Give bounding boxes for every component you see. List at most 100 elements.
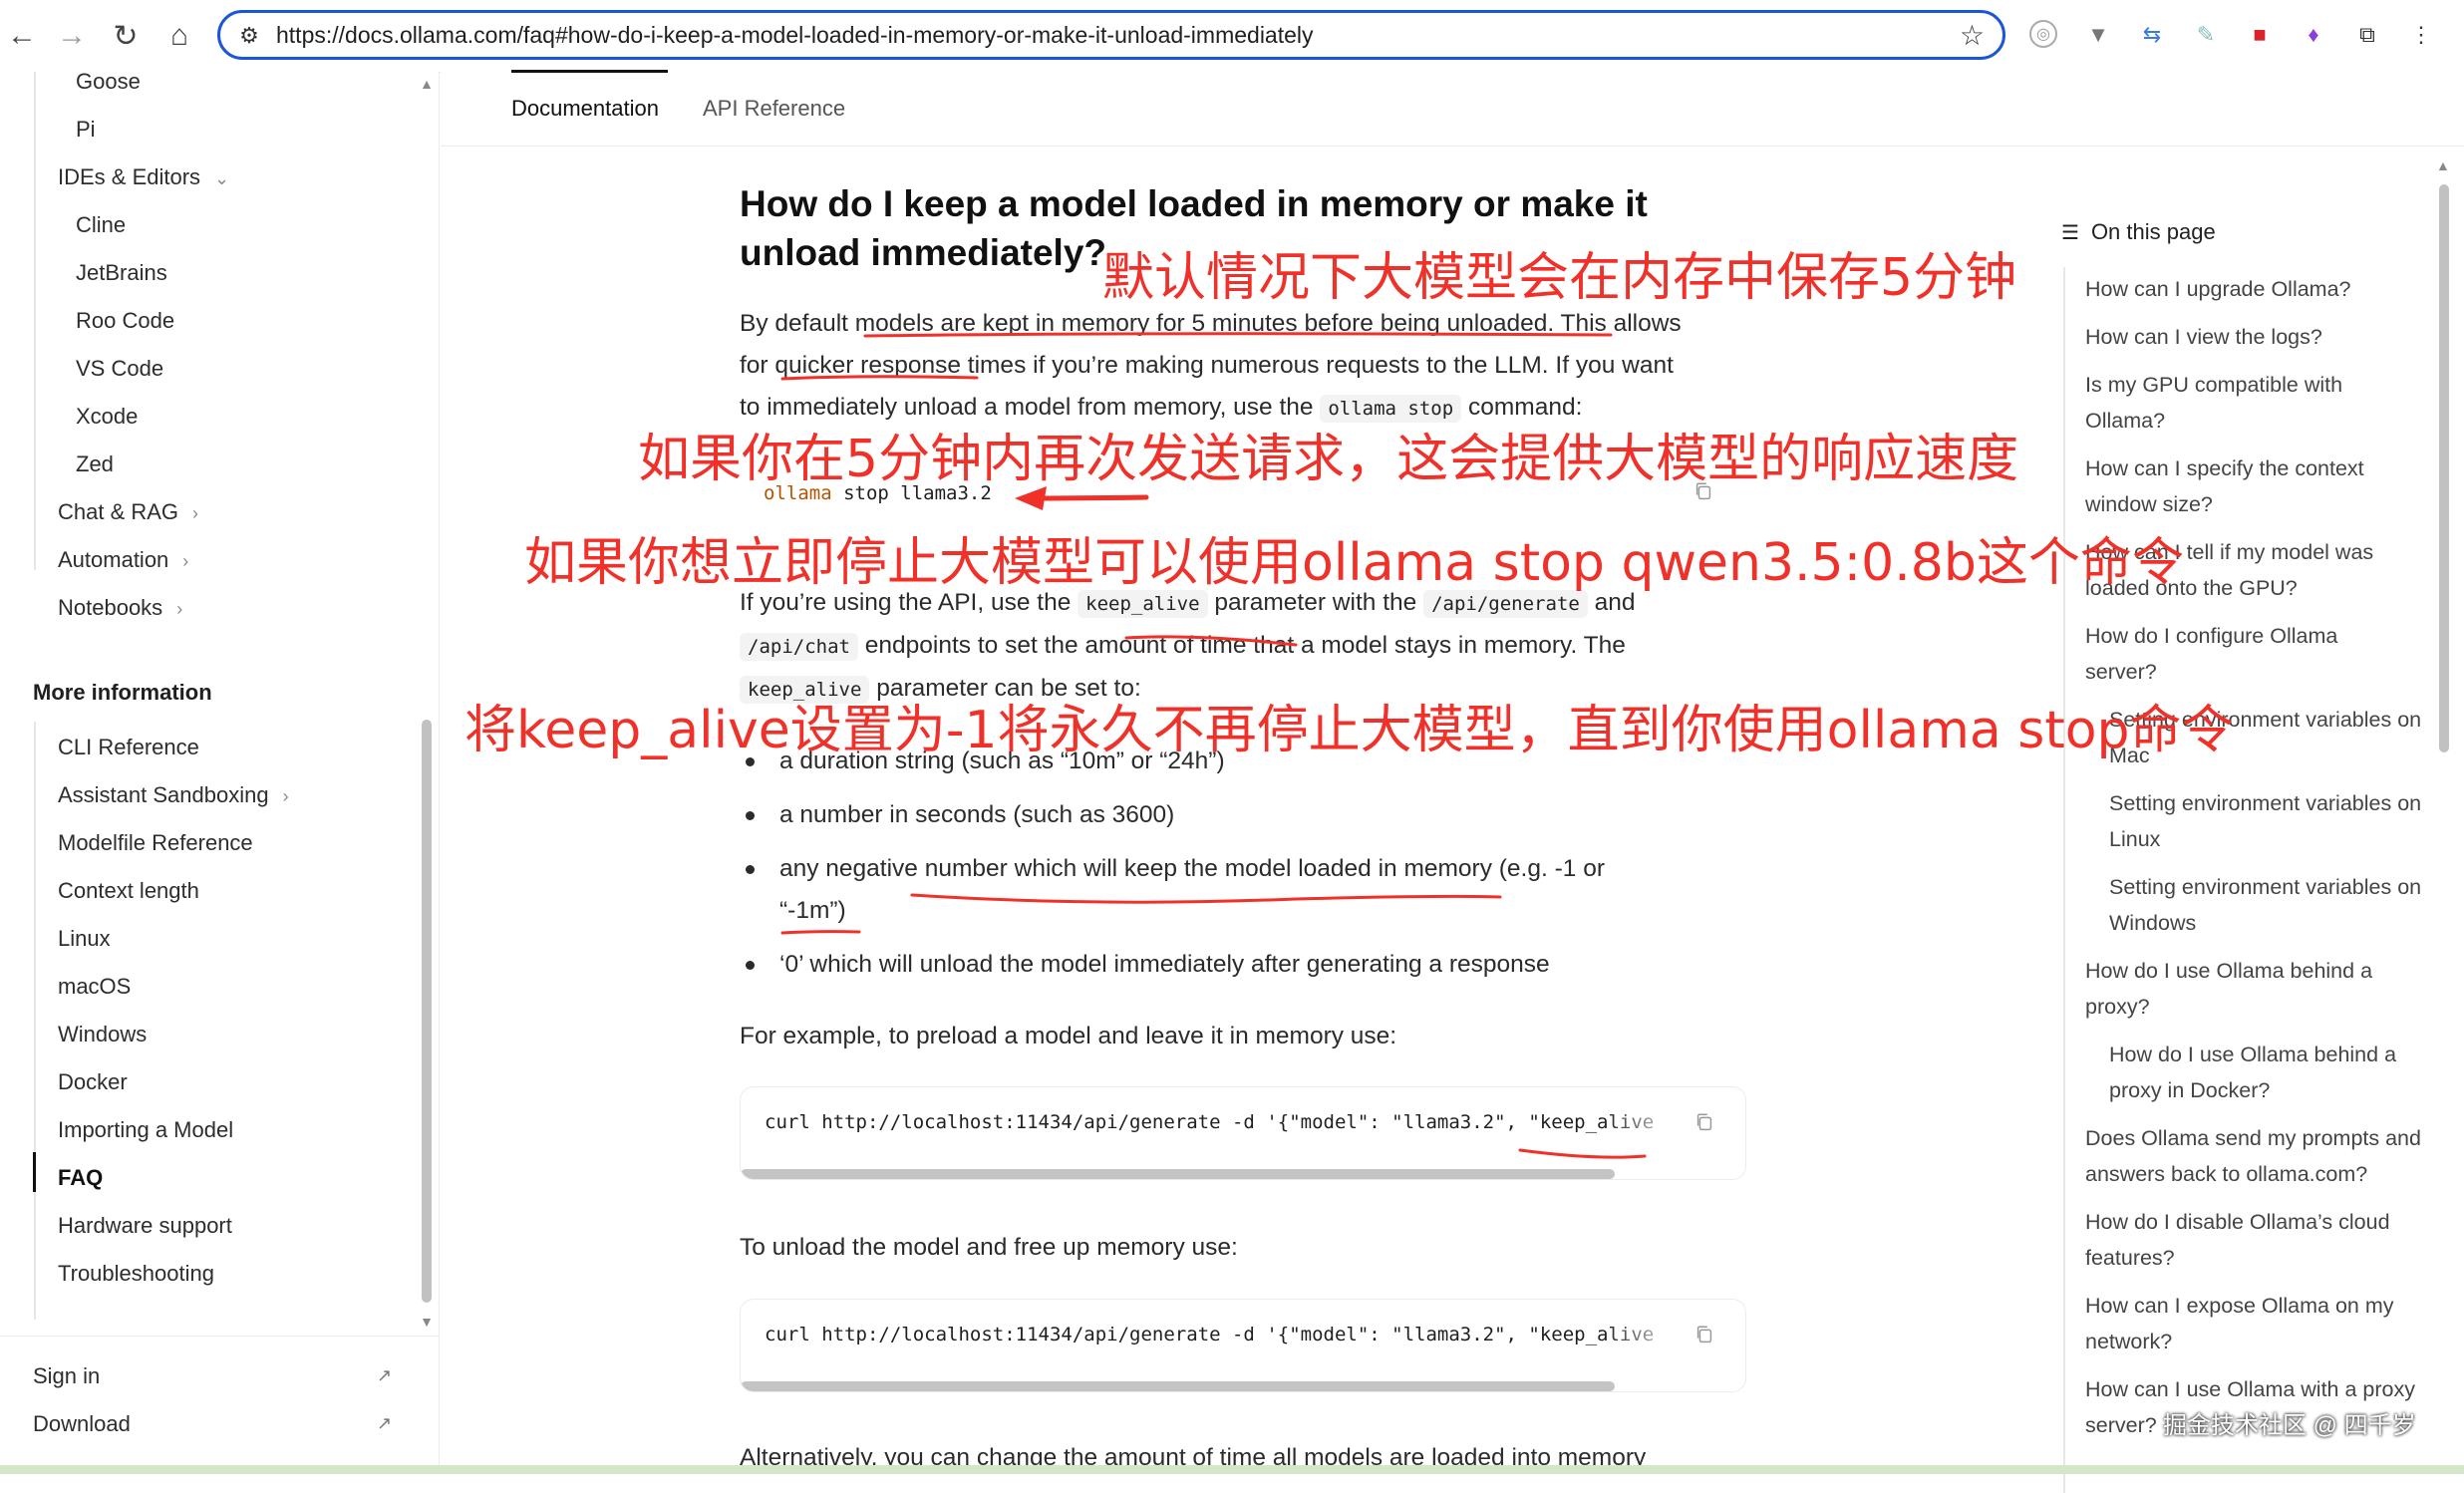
sidebar-item-zed[interactable]: Zed <box>76 451 114 477</box>
back-icon[interactable]: ← <box>0 14 44 58</box>
title-line-1: How do I keep a model loaded in memory o… <box>740 183 1648 224</box>
page-scrollbar[interactable] <box>2439 184 2449 752</box>
toc-heading-label: On this page <box>2090 219 2216 244</box>
chevron-right-icon: › <box>282 786 289 806</box>
sidebar-item-docker[interactable]: Docker <box>58 1069 128 1095</box>
paragraph-line: /api/chat endpoints to set the amount of… <box>740 625 1776 668</box>
extensions-puzzle-icon[interactable]: ⧉ <box>2352 20 2382 50</box>
toc-item[interactable]: How can I expose Ollama on my network? <box>2085 1288 2414 1359</box>
toc-item[interactable]: How do I disable Ollama’s cloud features… <box>2085 1204 2434 1276</box>
chevron-right-icon: › <box>182 551 189 571</box>
site-info-icon[interactable]: ⚙ <box>234 21 264 51</box>
toc-heading: ☰ On this page <box>2061 219 2216 245</box>
sidebar-item-linux[interactable]: Linux <box>58 926 111 952</box>
toc-sub-item[interactable]: How do I use Ollama behind a proxy in Do… <box>2109 1037 2438 1108</box>
sidebar-item-goose[interactable]: Goose <box>76 69 141 95</box>
toc-item[interactable]: How do I configure Ollama server? <box>2085 618 2394 690</box>
toc-sub-item[interactable]: Setting environment variables on Linux <box>2109 785 2438 857</box>
list-item: a number in seconds (such as 3600) <box>746 794 1756 836</box>
sidebar-item-importing-a-model[interactable]: Importing a Model <box>58 1117 233 1143</box>
annotation-ollama-stop-command: 如果你想立即停止大模型可以使用ollama stop qwen3.5:0.8b这… <box>524 533 2184 593</box>
sidebar-item-roo-code[interactable]: Roo Code <box>76 308 174 334</box>
toc-guide-line <box>2063 267 2065 1493</box>
sidebar-item-xcode[interactable]: Xcode <box>76 404 138 430</box>
sign-in-link[interactable]: Sign in <box>33 1363 100 1389</box>
sidebar-scrollbar[interactable] <box>422 720 432 1303</box>
sidebar-item-context-length[interactable]: Context length <box>58 878 199 904</box>
list-item: ‘0’ which will unload the model immediat… <box>746 944 1756 986</box>
tab-documentation[interactable]: Documentation <box>511 96 659 122</box>
sidebar-item-pi[interactable]: Pi <box>76 117 96 143</box>
sidebar-group-label: Chat & RAG <box>58 499 179 524</box>
sidebar-guide-line <box>34 722 36 1320</box>
chevron-down-icon: ⌄ <box>214 168 230 188</box>
toc-item[interactable]: How can I view the logs? <box>2085 319 2434 355</box>
paragraph-text: endpoints to set the amount of time that… <box>864 632 1626 659</box>
inline-code-api-chat: /api/chat <box>740 633 858 661</box>
sidebar-item-modelfile-reference[interactable]: Modelfile Reference <box>58 830 253 856</box>
browser-toolbar: ← → ↻ ⌂ ⚙ https://docs.ollama.com/faq#ho… <box>0 0 2464 73</box>
code-text: curl http://localhost:11434/api/generate… <box>765 1324 1654 1345</box>
sidebar-item-hardware-support[interactable]: Hardware support <box>58 1213 232 1239</box>
code-line: curl http://localhost:11434/api/generate… <box>765 1111 1655 1133</box>
scroll-up-icon[interactable]: ▲ <box>2436 157 2450 173</box>
sidebar-item-troubleshooting[interactable]: Troubleshooting <box>58 1261 214 1287</box>
sidebar-group-notebooks[interactable]: Notebooks › <box>58 595 182 621</box>
home-icon[interactable]: ⌂ <box>157 14 201 58</box>
extension-purple-icon[interactable]: ♦ <box>2299 20 2328 50</box>
sidebar-group-label: Automation <box>58 547 169 572</box>
annotation-default-5-minutes: 默认情况下大模型会在内存中保存5分钟 <box>1102 248 2017 308</box>
active-tab-indicator <box>511 70 668 73</box>
sidebar-item-assistant-sandboxing[interactable]: Assistant Sandboxing › <box>58 782 289 808</box>
toc-item[interactable]: How can I specify the context window siz… <box>2085 450 2414 522</box>
sidebar-guide-line <box>34 72 36 211</box>
reload-icon[interactable]: ↻ <box>104 14 148 58</box>
star-icon[interactable]: ☆ <box>1960 19 1985 52</box>
code-horizontal-scrollbar[interactable] <box>741 1381 1615 1391</box>
address-bar[interactable]: ⚙ https://docs.ollama.com/faq#how-do-i-k… <box>217 10 2005 60</box>
menu-icon[interactable]: ⋮ <box>2406 20 2436 50</box>
sidebar-item-windows[interactable]: Windows <box>58 1022 147 1047</box>
external-link-icon: ↗ <box>377 1413 393 1433</box>
sidebar-item-jetbrains[interactable]: JetBrains <box>76 260 167 286</box>
sidebar-item-vs-code[interactable]: VS Code <box>76 356 163 382</box>
toc-item[interactable]: How can I upgrade Ollama? <box>2085 271 2434 307</box>
code-line: curl http://localhost:11434/api/generate… <box>765 1324 1655 1345</box>
paragraph-preload-example: For example, to preload a model and leav… <box>740 1023 1397 1049</box>
extension-translate-icon[interactable]: ⇆ <box>2137 20 2167 50</box>
sidebar-item-macos[interactable]: macOS <box>58 974 131 1000</box>
forward-icon[interactable]: → <box>50 14 94 58</box>
extension-red-icon[interactable]: ■ <box>2245 20 2275 50</box>
toc-item[interactable]: Is my GPU compatible with Ollama? <box>2085 367 2374 439</box>
sidebar-item-faq[interactable]: FAQ <box>58 1165 103 1191</box>
scroll-up-icon[interactable]: ▲ <box>419 76 435 92</box>
sidebar-group-chat-rag[interactable]: Chat & RAG › <box>58 499 198 525</box>
toc-item[interactable]: Does Ollama send my prompts and answers … <box>2085 1120 2444 1192</box>
sidebar-item-cline[interactable]: Cline <box>76 212 126 238</box>
copy-icon[interactable] <box>1694 1111 1715 1133</box>
extension-note-icon[interactable]: ✎ <box>2191 20 2221 50</box>
title-line-2: unload immediately? <box>740 232 1107 273</box>
sidebar-guide-line <box>34 201 36 570</box>
docs-sidebar: Goose Pi IDEs & Editors ⌄ Cline JetBrains… <box>0 69 440 1474</box>
toc-sub-item[interactable]: Setting environment variables on Windows <box>2109 869 2438 941</box>
code-horizontal-scrollbar[interactable] <box>741 1169 1615 1179</box>
sidebar-item-cli-reference[interactable]: CLI Reference <box>58 735 199 760</box>
sidebar-group-label: Notebooks <box>58 595 163 620</box>
paragraph-default-behavior: By default models are kept in memory for… <box>740 303 1776 430</box>
code-fade <box>1606 1300 1686 1391</box>
scroll-down-icon[interactable]: ▼ <box>419 1314 435 1330</box>
toc-item[interactable]: How do I use Ollama behind a proxy? <box>2085 953 2404 1025</box>
code-block-preload: curl http://localhost:11434/api/generate… <box>740 1086 1746 1180</box>
list-item-continuation: “-1m”) <box>779 897 846 924</box>
extension-globe-icon[interactable]: ◎ <box>2029 20 2057 48</box>
sidebar-group-ides[interactable]: IDEs & Editors ⌄ <box>58 164 229 190</box>
sidebar-group-automation[interactable]: Automation › <box>58 547 188 573</box>
extension-v-icon[interactable]: ▼ <box>2083 20 2113 50</box>
tab-api-reference[interactable]: API Reference <box>703 96 845 122</box>
paragraph-line: for quicker response times if you’re mak… <box>740 352 1674 379</box>
download-link[interactable]: Download <box>33 1411 131 1437</box>
copy-icon[interactable] <box>1694 1324 1715 1345</box>
url-text[interactable]: https://docs.ollama.com/faq#how-do-i-kee… <box>276 22 1314 49</box>
code-fade <box>1606 1087 1686 1179</box>
